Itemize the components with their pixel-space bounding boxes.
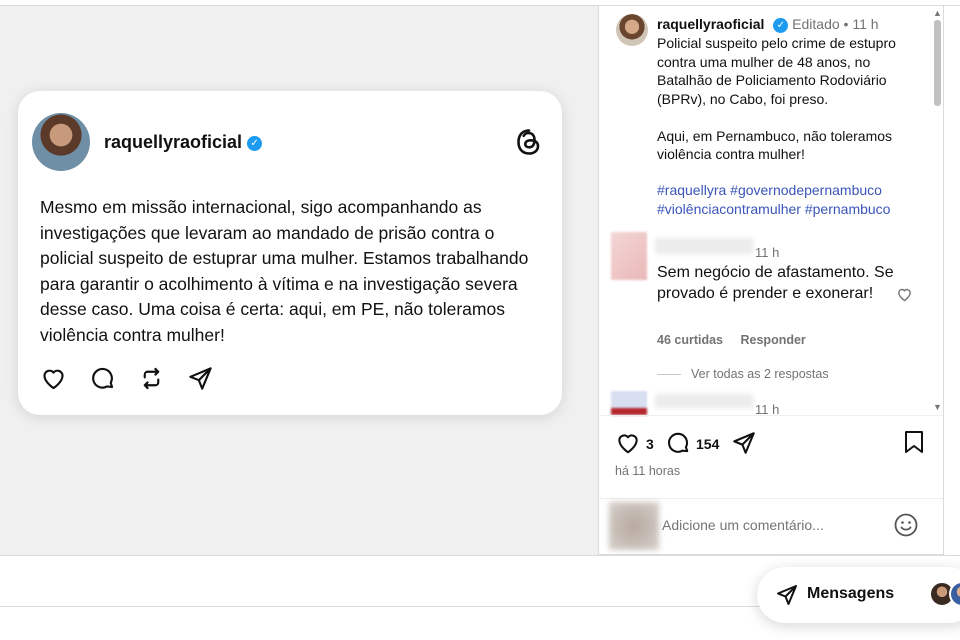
comment-icon xyxy=(92,367,114,389)
author-avatar[interactable] xyxy=(616,14,648,46)
replies-line xyxy=(657,374,681,376)
heart-icon xyxy=(43,369,64,390)
share-icon[interactable] xyxy=(731,430,757,456)
card-username-row: raquellyraoficial ✓ xyxy=(104,132,263,153)
likes-count[interactable]: 3 xyxy=(646,436,654,452)
post-caption: Policial suspeito pelo crime de estupro … xyxy=(657,35,896,162)
like-icon[interactable] xyxy=(615,430,641,456)
card-avatar xyxy=(32,113,90,171)
card-username: raquellyraoficial xyxy=(104,132,243,152)
current-user-avatar xyxy=(609,502,659,550)
commenter-name-blurred[interactable] xyxy=(655,238,753,254)
share-icon xyxy=(189,367,212,390)
commenter-avatar[interactable] xyxy=(611,391,647,415)
card-text: Mesmo em missão internacional, sigo acom… xyxy=(40,197,529,345)
commenter-avatar[interactable] xyxy=(611,232,647,280)
post-time: 11 h xyxy=(852,16,879,32)
view-replies-label: Ver todas as 2 respostas xyxy=(691,367,829,381)
scroll-down-icon[interactable]: ▼ xyxy=(933,402,942,412)
post-sidebar: raquellyraoficial ✓ Editado • 11 h Polic… xyxy=(598,6,944,555)
comment-meta: 46 curtidas Responder xyxy=(657,333,820,347)
post-actions: 3 154 xyxy=(615,430,927,458)
comments-scrollbar[interactable]: ▲ ▼ xyxy=(931,6,943,416)
comment-text: Sem negócio de afastamento. Se provado é… xyxy=(657,264,894,302)
bookmark-icon[interactable] xyxy=(903,430,925,454)
threads-logo-icon xyxy=(517,129,540,155)
add-comment-bar xyxy=(599,498,943,554)
divider xyxy=(599,415,943,416)
comment-like-icon[interactable] xyxy=(896,286,913,303)
comment-likes[interactable]: 46 curtidas xyxy=(657,333,723,347)
emoji-icon[interactable] xyxy=(893,512,919,538)
verified-icon: ✓ xyxy=(247,135,263,151)
card-actions xyxy=(40,365,214,392)
threads-card: raquellyraoficial ✓ Mesmo em missão inter… xyxy=(18,91,562,415)
author-username[interactable]: raquellyraoficial xyxy=(657,16,764,32)
commenter-name-blurred[interactable] xyxy=(655,394,753,408)
repost-icon xyxy=(143,367,160,390)
verified-icon: ✓ xyxy=(773,17,789,33)
scroll-thumb[interactable] xyxy=(934,20,941,106)
send-icon xyxy=(777,585,797,605)
reply-button[interactable]: Responder xyxy=(741,333,806,347)
caption-header: raquellyraoficial ✓ Editado • 11 h xyxy=(657,16,879,33)
comment-icon[interactable] xyxy=(665,430,691,456)
post-media: raquellyraoficial ✓ Mesmo em missão inter… xyxy=(0,6,598,555)
comment-input[interactable] xyxy=(662,517,882,533)
comment-time: 11 h xyxy=(755,245,780,260)
view-replies-button[interactable]: Ver todas as 2 respostas xyxy=(657,367,829,381)
edited-label: Editado xyxy=(792,16,840,32)
messages-label: Mensagens xyxy=(807,585,895,602)
comments-count[interactable]: 154 xyxy=(696,436,719,452)
messages-button[interactable]: Mensagens xyxy=(757,567,960,623)
posted-ago: há 11 horas xyxy=(615,464,681,478)
post-hashtags[interactable]: #raquellyra #governodepernambuco #violên… xyxy=(657,181,917,218)
scroll-up-icon[interactable]: ▲ xyxy=(933,8,942,18)
bullet-separator: • xyxy=(843,16,849,32)
